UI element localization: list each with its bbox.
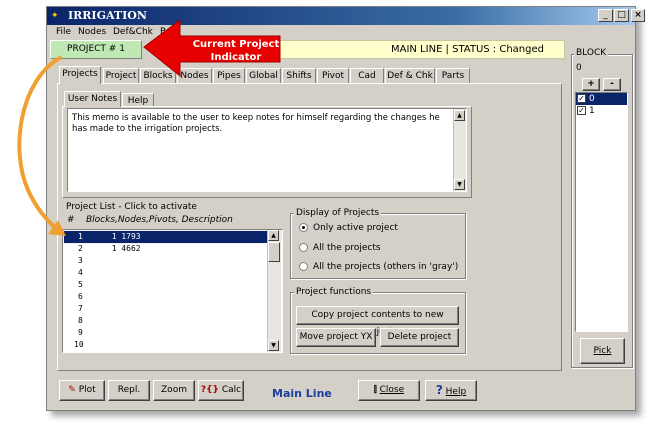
repl-button[interactable]: Repl. xyxy=(108,380,150,401)
subtab-user-notes[interactable]: User Notes xyxy=(64,91,121,107)
list-scroll-up-icon[interactable]: ▲ xyxy=(268,230,279,241)
pencil-icon: ✎ xyxy=(68,385,76,395)
delete-project-button[interactable]: Delete project xyxy=(380,328,459,347)
calc-button[interactable]: ?{} Calc xyxy=(198,380,244,401)
help-icon: ? xyxy=(435,383,443,397)
door-icon: ⫿ xyxy=(373,385,377,395)
pick-button[interactable]: Pick xyxy=(580,338,625,364)
list-scroll-down-icon[interactable]: ▼ xyxy=(268,340,279,351)
tab-cad[interactable]: Cad xyxy=(350,68,384,84)
list-item[interactable]: 6 xyxy=(64,291,83,303)
help-label: Help xyxy=(445,387,467,397)
block-item-label-0[interactable]: 0 xyxy=(589,94,595,104)
list-item[interactable]: 8 xyxy=(64,315,83,327)
close-window-button[interactable]: × xyxy=(631,9,645,22)
list-scroll-thumb[interactable] xyxy=(268,242,280,262)
tab-projects[interactable]: Projects xyxy=(59,66,101,84)
list-item[interactable]: 7 xyxy=(64,303,83,315)
zoom-button[interactable]: Zoom xyxy=(153,380,195,401)
radio-all-projects[interactable] xyxy=(299,243,308,252)
plot-button[interactable]: ✎ Plot xyxy=(59,380,105,401)
tab-parts[interactable]: Parts xyxy=(436,68,470,84)
close-label: Close xyxy=(379,385,405,395)
main-line-label: Main Line xyxy=(272,387,332,400)
callout-text: Current Project Indicator xyxy=(188,38,284,64)
block-minus-button[interactable]: - xyxy=(603,78,621,91)
functions-group-title: Project functions xyxy=(294,287,374,297)
close-button[interactable]: ⫿ Close xyxy=(358,380,420,401)
block-plus-button[interactable]: + xyxy=(582,78,600,91)
callout-line-1: Current Project xyxy=(192,39,280,50)
copy-project-button[interactable]: Copy project contents to new project xyxy=(296,306,459,337)
list-item[interactable]: 9 xyxy=(64,327,83,339)
block-list[interactable] xyxy=(575,92,628,332)
block-value: 0 xyxy=(576,63,582,73)
memo-scroll-down-icon[interactable]: ▼ xyxy=(454,179,465,190)
orange-pointer-arrow xyxy=(17,56,66,236)
move-project-button[interactable]: Move project YX xyxy=(296,328,376,347)
calc-label: Calc xyxy=(221,385,242,395)
block-checkbox-1[interactable]: ✓ xyxy=(577,106,586,115)
list-item[interactable]: 4 xyxy=(64,267,83,279)
maximize-button[interactable]: □ xyxy=(614,9,629,22)
radio-only-active-label[interactable]: Only active project xyxy=(313,223,398,233)
block-item-label-1[interactable]: 1 xyxy=(589,106,595,116)
radio-selected-dot xyxy=(302,226,305,229)
list-item[interactable]: 11 xyxy=(64,351,84,352)
help-button[interactable]: ? Help xyxy=(425,380,477,401)
orange-arrow-curve xyxy=(17,56,62,232)
display-group-title: Display of Projects xyxy=(294,208,382,218)
minimize-button[interactable]: _ xyxy=(598,9,613,22)
memo-scroll-up-icon[interactable]: ▲ xyxy=(454,110,465,121)
block-title: BLOCK xyxy=(574,48,609,58)
tab-pivot[interactable]: Pivot xyxy=(317,68,349,84)
list-item[interactable]: 5 xyxy=(64,279,83,291)
radio-all-projects-label[interactable]: All the projects xyxy=(313,243,381,253)
list-item[interactable]: 3 xyxy=(64,255,83,267)
callout-line-2: Indicator xyxy=(210,52,262,63)
calculator-icon: ?{} xyxy=(200,385,219,395)
radio-all-gray-label[interactable]: All the projects (others in 'gray') xyxy=(313,262,458,272)
plot-label: Plot xyxy=(78,385,96,395)
list-item[interactable]: 10 xyxy=(64,339,84,351)
radio-all-gray[interactable] xyxy=(299,262,308,271)
tab-def-chk[interactable]: Def & Chk xyxy=(385,68,435,84)
radio-only-active[interactable] xyxy=(299,223,308,232)
block-checkbox-0[interactable]: ✓ xyxy=(577,94,586,103)
